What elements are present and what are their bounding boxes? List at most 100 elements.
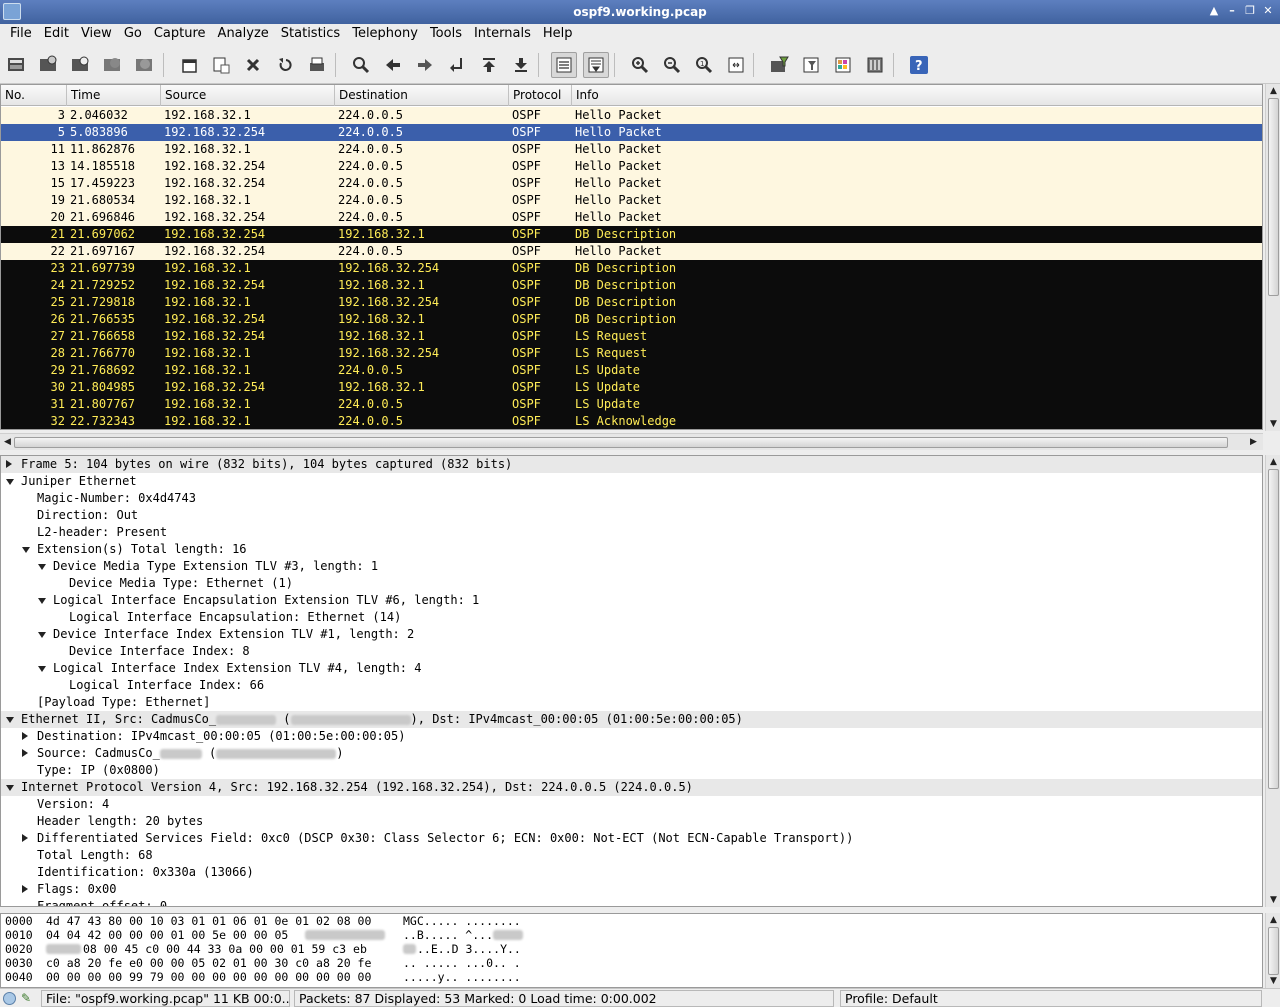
- scroll-right-arrow-icon[interactable]: ▶: [1248, 437, 1259, 448]
- detail-tree-item[interactable]: Header length: 20 bytes: [1, 813, 1262, 830]
- scroll-thumb[interactable]: [14, 437, 1228, 448]
- scroll-down-arrow-icon[interactable]: ▼: [1268, 976, 1279, 987]
- detail-tree-item[interactable]: Logical Interface Index Extension TLV #4…: [1, 660, 1262, 677]
- display-filters-button[interactable]: [798, 52, 824, 78]
- detail-tree-item[interactable]: L2-header: Present: [1, 524, 1262, 541]
- scroll-thumb[interactable]: [1268, 927, 1279, 975]
- expanded-triangle-icon[interactable]: [6, 479, 14, 485]
- detail-tree-item[interactable]: Internet Protocol Version 4, Src: 192.16…: [1, 779, 1262, 796]
- zoom-in-button[interactable]: [627, 52, 653, 78]
- expanded-triangle-icon[interactable]: [38, 564, 46, 570]
- coloring-rules-button[interactable]: [830, 52, 856, 78]
- packet-row[interactable]: 20 21.696846 192.168.32.254 224.0.0.5 OSPF He…: [1, 209, 1262, 226]
- packet-row[interactable]: 29 21.768692 192.168.32.1 224.0.0.5 OSPF LS U…: [1, 362, 1262, 379]
- go-back-button[interactable]: [380, 52, 406, 78]
- keep-above-icon[interactable]: ▲: [1206, 3, 1222, 19]
- scroll-down-arrow-icon[interactable]: ▼: [1268, 895, 1279, 906]
- expert-info-icon[interactable]: [3, 992, 16, 1005]
- packet-row[interactable]: 3 2.046032 192.168.32.1 224.0.0.5 OSPF Hello …: [1, 107, 1262, 124]
- maximize-icon[interactable]: ❐: [1242, 3, 1258, 19]
- scroll-up-arrow-icon[interactable]: ▲: [1268, 86, 1279, 97]
- status-profile[interactable]: Profile: Default: [840, 990, 1262, 1007]
- menu-file[interactable]: File: [4, 24, 38, 45]
- detail-tree-item[interactable]: Version: 4: [1, 796, 1262, 813]
- column-header-no[interactable]: No.: [1, 85, 67, 106]
- scroll-thumb[interactable]: [1268, 98, 1279, 296]
- capture-comment-icon[interactable]: ✎: [21, 991, 37, 1006]
- menu-help[interactable]: Help: [537, 24, 579, 45]
- packet-row[interactable]: 24 21.729252 192.168.32.254 192.168.32.1 OSP…: [1, 277, 1262, 294]
- detail-tree-item[interactable]: Magic-Number: 0x4d4743: [1, 490, 1262, 507]
- packet-row[interactable]: 31 21.807767 192.168.32.1 224.0.0.5 OSPF LS U…: [1, 396, 1262, 413]
- detail-tree-item[interactable]: Device Media Type: Ethernet (1): [1, 575, 1262, 592]
- detail-tree-item[interactable]: Differentiated Services Field: 0xc0 (DSC…: [1, 830, 1262, 847]
- detail-tree-item[interactable]: Direction: Out: [1, 507, 1262, 524]
- detail-tree-item[interactable]: Flags: 0x00: [1, 881, 1262, 898]
- collapsed-triangle-icon[interactable]: [6, 460, 12, 468]
- autoscroll-button[interactable]: [583, 52, 609, 78]
- packet-row[interactable]: 21 21.697062 192.168.32.254 192.168.32.1 OSP…: [1, 226, 1262, 243]
- detail-tree-item[interactable]: Ethernet II, Src: CadmusCo_ (), Dst: IPv…: [1, 711, 1262, 728]
- resize-columns-button[interactable]: [723, 52, 749, 78]
- column-header-protocol[interactable]: Protocol: [509, 85, 572, 106]
- detail-tree-item[interactable]: Logical Interface Index: 66: [1, 677, 1262, 694]
- packet-row[interactable]: 22 21.697167 192.168.32.254 224.0.0.5 OSPF He…: [1, 243, 1262, 260]
- capture-options-button[interactable]: [35, 52, 61, 78]
- collapsed-triangle-icon[interactable]: [22, 749, 28, 757]
- menu-statistics[interactable]: Statistics: [275, 24, 346, 45]
- close-icon[interactable]: ✕: [1260, 3, 1276, 19]
- expanded-triangle-icon[interactable]: [38, 598, 46, 604]
- expanded-triangle-icon[interactable]: [38, 666, 46, 672]
- collapsed-triangle-icon[interactable]: [22, 732, 28, 740]
- print-button[interactable]: [304, 52, 330, 78]
- packet-row[interactable]: 13 14.185518 192.168.32.254 224.0.0.5 OSPF He…: [1, 158, 1262, 175]
- normal-size-button[interactable]: 1: [691, 52, 717, 78]
- reload-button[interactable]: [272, 52, 298, 78]
- expanded-triangle-icon[interactable]: [6, 785, 14, 791]
- detail-tree-item[interactable]: Logical Interface Encapsulation: Etherne…: [1, 609, 1262, 626]
- scroll-down-arrow-icon[interactable]: ▼: [1268, 419, 1279, 430]
- go-to-packet-button[interactable]: [444, 52, 470, 78]
- detail-tree-item[interactable]: Device Interface Index: 8: [1, 643, 1262, 660]
- packet-row[interactable]: 11 11.862876 192.168.32.1 224.0.0.5 OSPF Hell…: [1, 141, 1262, 158]
- scroll-thumb[interactable]: [1268, 469, 1279, 789]
- detail-tree-item[interactable]: Destination: IPv4mcast_00:00:05 (01:00:5…: [1, 728, 1262, 745]
- menu-tools[interactable]: Tools: [424, 24, 468, 45]
- minimize-icon[interactable]: –: [1224, 3, 1240, 19]
- detail-tree-item[interactable]: Total Length: 68: [1, 847, 1262, 864]
- column-header-source[interactable]: Source: [161, 85, 335, 106]
- detail-tree-item[interactable]: Identification: 0x330a (13066): [1, 864, 1262, 881]
- close-file-button[interactable]: [240, 52, 266, 78]
- scroll-up-arrow-icon[interactable]: ▲: [1268, 457, 1279, 468]
- detail-tree-item[interactable]: Frame 5: 104 bytes on wire (832 bits), 1…: [1, 456, 1262, 473]
- packet-row[interactable]: 27 21.766658 192.168.32.254 192.168.32.1 OSP…: [1, 328, 1262, 345]
- menu-edit[interactable]: Edit: [38, 24, 75, 45]
- detail-tree-item[interactable]: Type: IP (0x0800): [1, 762, 1262, 779]
- packet-row[interactable]: 26 21.766535 192.168.32.254 192.168.32.1 OSP…: [1, 311, 1262, 328]
- go-forward-button[interactable]: [412, 52, 438, 78]
- scroll-left-arrow-icon[interactable]: ◀: [2, 437, 13, 448]
- preferences-button[interactable]: [862, 52, 888, 78]
- colorize-button[interactable]: [551, 52, 577, 78]
- capture-filters-button[interactable]: [766, 52, 792, 78]
- packet-row[interactable]: 5 5.083896 192.168.32.254 224.0.0.5 OSPF Hell…: [1, 124, 1262, 141]
- save-as-button[interactable]: [208, 52, 234, 78]
- detail-tree-item[interactable]: Device Interface Index Extension TLV #1,…: [1, 626, 1262, 643]
- first-packet-button[interactable]: [476, 52, 502, 78]
- bytes-vscroll[interactable]: ▲ ▼: [1265, 913, 1280, 988]
- column-header-destination[interactable]: Destination: [335, 85, 509, 106]
- column-header-info[interactable]: Info: [572, 85, 1262, 106]
- packet-row[interactable]: 28 21.766770 192.168.32.1 192.168.32.254 OSP…: [1, 345, 1262, 362]
- collapsed-triangle-icon[interactable]: [22, 834, 28, 842]
- packet-row[interactable]: 19 21.680534 192.168.32.1 224.0.0.5 OSPF Hell…: [1, 192, 1262, 209]
- expanded-triangle-icon[interactable]: [6, 717, 14, 723]
- menu-go[interactable]: Go: [118, 24, 148, 45]
- start-capture-button[interactable]: [67, 52, 93, 78]
- zoom-out-button[interactable]: [659, 52, 685, 78]
- packet-row[interactable]: 30 21.804985 192.168.32.254 192.168.32.1 OSP…: [1, 379, 1262, 396]
- packet-row[interactable]: 15 17.459223 192.168.32.254 224.0.0.5 OSPF He…: [1, 175, 1262, 192]
- detail-tree-item[interactable]: Source: CadmusCo_ (): [1, 745, 1262, 762]
- menu-internals[interactable]: Internals: [468, 24, 537, 45]
- column-header-time[interactable]: Time: [67, 85, 161, 106]
- packet-row[interactable]: 32 22.732343 192.168.32.1 224.0.0.5 OSPF LS A…: [1, 413, 1262, 429]
